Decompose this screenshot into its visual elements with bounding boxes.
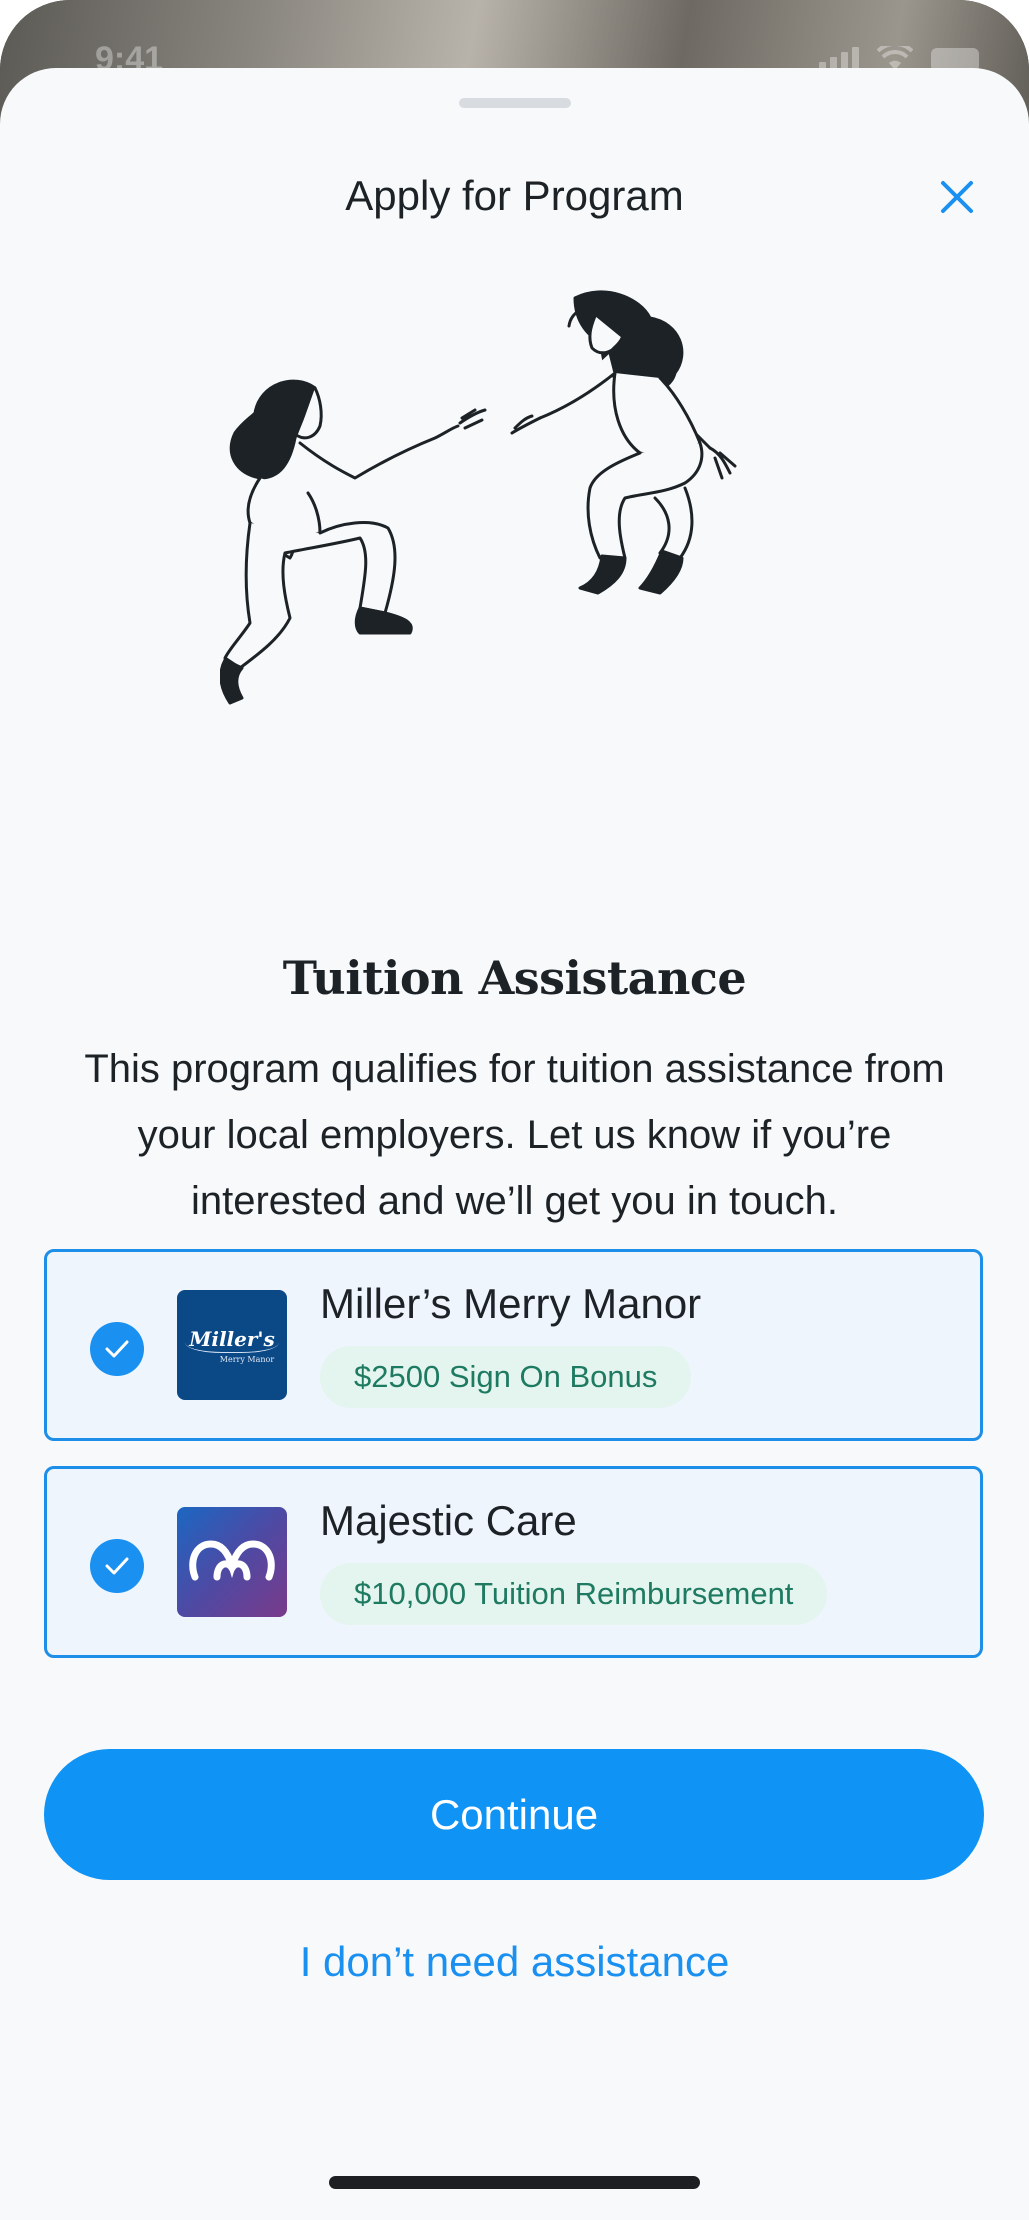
checkbox-checked[interactable] <box>90 1322 144 1376</box>
decline-assistance-link[interactable]: I don’t need assistance <box>0 1938 1029 1986</box>
benefit-badge: $10,000 Tuition Reimbursement <box>320 1563 828 1625</box>
close-icon <box>941 181 973 213</box>
close-button[interactable] <box>932 172 982 222</box>
home-indicator <box>329 2176 700 2189</box>
bottom-sheet: Apply for Program Tuition Assistance Thi… <box>0 68 1029 2220</box>
sheet-grabber[interactable] <box>459 98 571 108</box>
checkmark-icon <box>105 1340 129 1358</box>
employer-card-majestic[interactable]: Majestic Care $10,000 Tuition Reimbursem… <box>44 1466 983 1658</box>
majestic-care-logo <box>177 1507 287 1617</box>
millers-logo: Miller's Merry Manor <box>177 1290 287 1400</box>
two-people-reaching-illustration <box>220 290 737 705</box>
sheet-title: Apply for Program <box>345 172 684 219</box>
majestic-care-logo-icon <box>189 1540 275 1581</box>
program-description: This program qualifies for tuition assis… <box>84 1047 945 1223</box>
program-heading: Tuition Assistance <box>282 951 747 1005</box>
benefit-badge: $2500 Sign On Bonus <box>320 1346 692 1408</box>
status-bar: 9:41 <box>0 0 1029 78</box>
checkmark-icon <box>105 1557 129 1575</box>
employer-name: Miller’s Merry Manor <box>320 1280 702 1327</box>
checkbox-checked[interactable] <box>90 1539 144 1593</box>
employer-name: Majestic Care <box>320 1497 577 1544</box>
employer-card-millers[interactable]: Miller's Merry Manor Miller’s Merry Mano… <box>44 1249 983 1441</box>
phone-screen: 9:41 Apply for Program Tuition Assistanc… <box>0 0 1029 2220</box>
continue-button[interactable]: Continue <box>44 1749 984 1880</box>
